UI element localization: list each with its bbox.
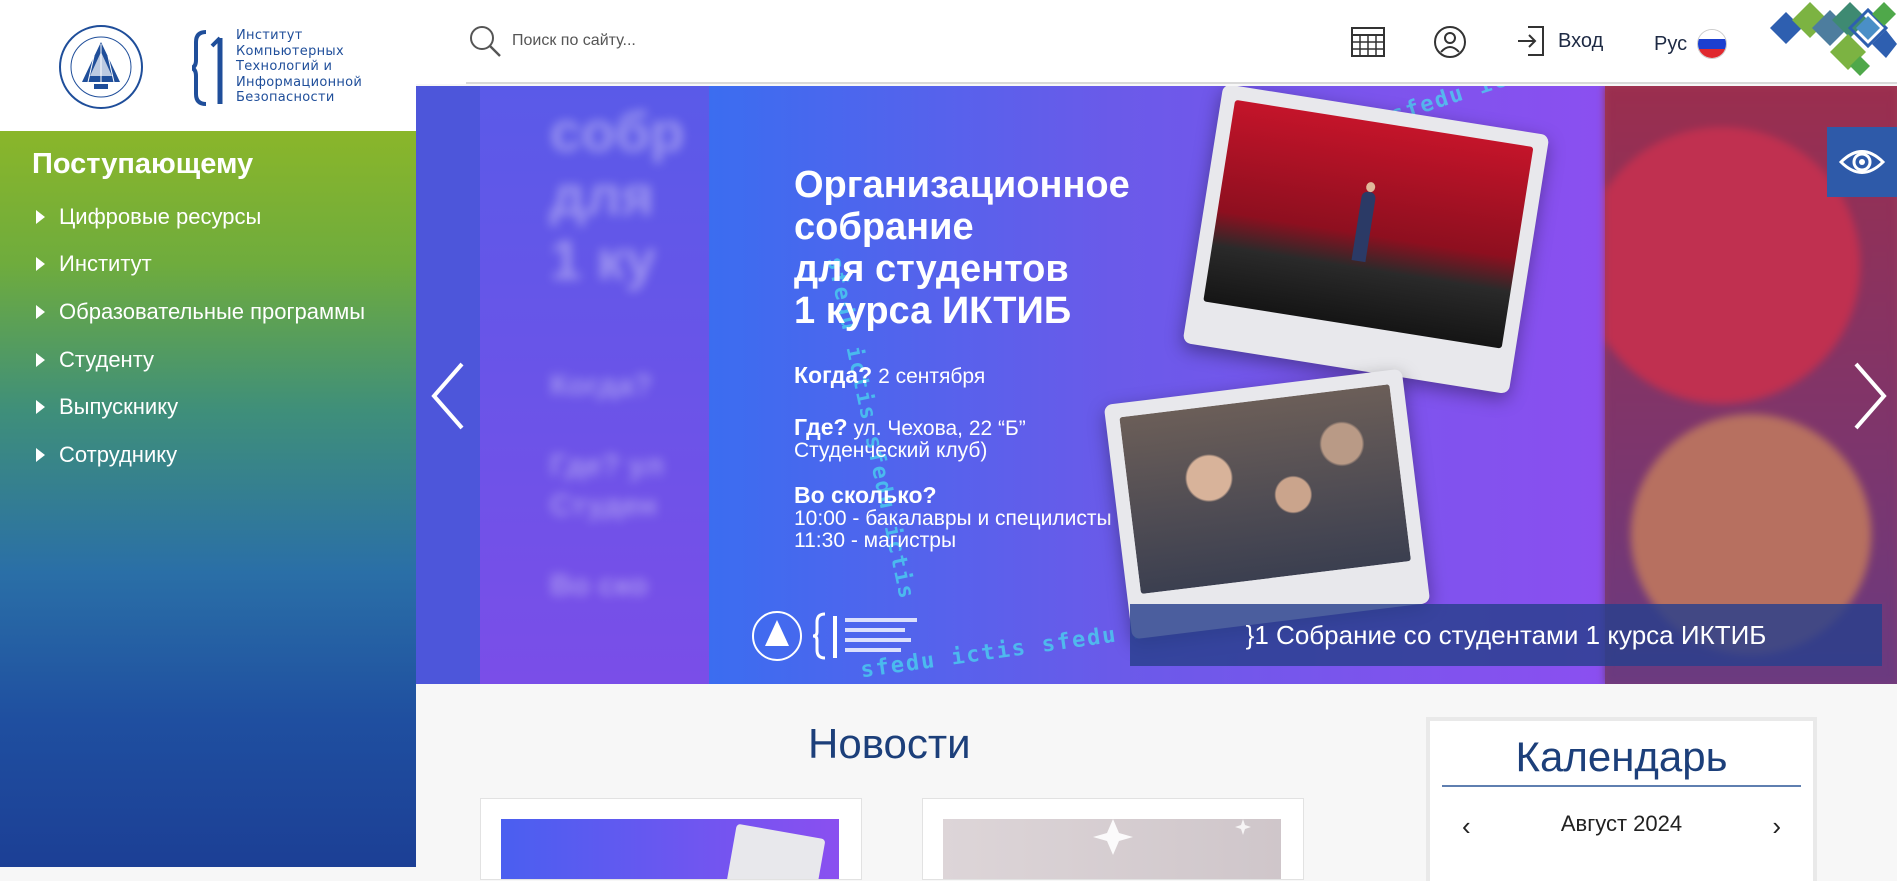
time-line-1: 10:00 - бакалавры и специлисты <box>794 507 1112 530</box>
language-switch[interactable]: Рус <box>1654 29 1728 59</box>
menu-item-label: Сотруднику <box>59 441 178 467</box>
search-box <box>468 24 814 58</box>
menu-list: Цифровые ресурсы Институт Образовательны… <box>36 193 365 479</box>
header: Вход Рус <box>416 0 1897 84</box>
news-title: Новости <box>808 720 971 767</box>
eye-icon <box>1838 150 1886 174</box>
menu-item-label: Институт <box>59 251 152 277</box>
slide-where: Где? ул. Чехова, 22 “Б” Студенческий клу… <box>794 416 1026 462</box>
menu-item-label: Образовательные программы <box>59 298 366 324</box>
accessibility-button[interactable] <box>1827 127 1897 197</box>
slide-logos-icon <box>752 611 917 661</box>
time-line-2: 11:30 - магистры <box>794 529 957 552</box>
header-divider <box>466 82 1897 84</box>
triangle-right-icon <box>36 447 45 462</box>
calendar-grid-icon[interactable] <box>1350 24 1386 60</box>
institute-logo-text: Институт Компьютерных Технологий и Инфор… <box>236 28 363 105</box>
triangle-right-icon <box>36 257 45 272</box>
menu-item-label: Выпускнику <box>59 394 179 420</box>
sidebar: Институт Компьютерных Технологий и Инфор… <box>0 0 416 867</box>
menu-item-programs[interactable]: Образовательные программы <box>36 288 365 336</box>
sparkle-icon <box>1093 819 1251 855</box>
triangle-right-icon <box>36 400 45 415</box>
slide-caption[interactable]: }1 Собрание со студентами 1 курса ИКТИБ <box>1130 604 1882 666</box>
sidebar-menu: Поступающему Цифровые ресурсы Институт О… <box>0 131 416 867</box>
where-value: ул. Чехова, 22 “Б” <box>853 417 1026 440</box>
menu-item-student[interactable]: Студенту <box>36 336 365 384</box>
search-icon[interactable] <box>468 24 502 58</box>
slide-when: Когда? 2 сентября <box>794 364 985 388</box>
calendar-divider <box>1442 785 1801 787</box>
menu-item-label: Студенту <box>59 346 155 372</box>
menu-item-label: Цифровые ресурсы <box>59 203 262 229</box>
news-card-image <box>501 819 839 879</box>
menu-title[interactable]: Поступающему <box>32 148 253 181</box>
slide-current[interactable]: sfedu ictis sfedu ictis sfedu ictis sfed… <box>709 86 1605 684</box>
calendar-widget: Календарь ‹ Август 2024 › <box>1426 717 1817 881</box>
calendar-month: Август 2024 <box>1560 811 1683 836</box>
when-label: Когда? <box>794 362 873 388</box>
news-card[interactable] <box>480 798 862 880</box>
menu-item-employee[interactable]: Сотруднику <box>36 431 365 479</box>
user-icon[interactable] <box>1432 24 1468 60</box>
news-card-image <box>943 819 1281 879</box>
slide-prev-blurred: собр для 1 ку Когда? Где? ул Студен Во ско <box>480 86 725 684</box>
sfedu-seal-logo[interactable] <box>58 24 144 110</box>
login-icon <box>1518 26 1544 56</box>
flag-ru-icon <box>1697 29 1728 59</box>
slide-heading: Организационное собрание для студентов 1… <box>794 164 1254 332</box>
photo-audience <box>1103 368 1431 640</box>
news-slider: собр для 1 ку Когда? Где? ул Студен Во ско sf… <box>416 86 1897 684</box>
photo-stage <box>1182 86 1550 395</box>
where-label: Где? <box>794 414 848 440</box>
triangle-right-icon <box>36 352 45 367</box>
news-card[interactable] <box>922 798 1304 880</box>
search-input[interactable] <box>510 31 814 51</box>
chevron-right-icon[interactable] <box>1846 356 1892 436</box>
calendar-title: Календарь <box>1515 733 1728 780</box>
menu-item-digital-resources[interactable]: Цифровые ресурсы <box>36 193 365 241</box>
when-value: 2 сентября <box>878 365 986 388</box>
language-label: Рус <box>1654 32 1688 55</box>
calendar-next-button[interactable]: › <box>1772 811 1781 842</box>
logo-area: Институт Компьютерных Технологий и Инфор… <box>0 0 416 131</box>
menu-item-institute[interactable]: Институт <box>36 241 365 289</box>
brace-one-icon <box>192 30 223 106</box>
slide-heading-text: Организационное собрание для студентов 1… <box>794 164 1130 332</box>
login-button[interactable]: Вход <box>1516 24 1603 58</box>
where-value-2: Студенческий клуб) <box>794 439 988 462</box>
time-label: Во сколько? <box>794 482 937 508</box>
slide-time: Во сколько? 10:00 - бакалавры и специлис… <box>794 484 1112 552</box>
decorative-diamonds-icon <box>1770 2 1897 76</box>
triangle-right-icon <box>36 209 45 224</box>
chevron-left-icon[interactable] <box>426 356 472 436</box>
triangle-right-icon <box>36 304 45 319</box>
menu-item-graduate[interactable]: Выпускнику <box>36 383 365 431</box>
login-label: Вход <box>1558 29 1604 52</box>
institute-logo[interactable]: Институт Компьютерных Технологий и Инфор… <box>192 28 362 108</box>
